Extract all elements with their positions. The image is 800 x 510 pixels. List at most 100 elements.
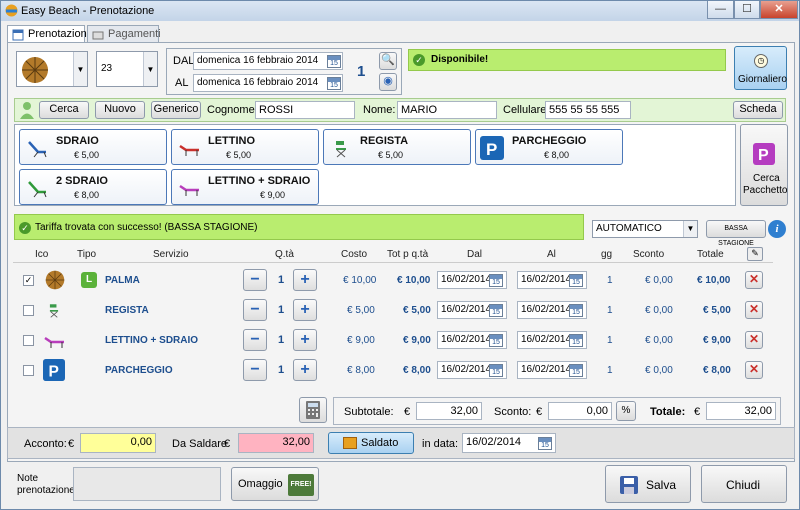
col-sconto: Sconto — [633, 249, 665, 260]
col-costo: Costo — [341, 249, 368, 260]
brush-icon[interactable]: ✎ — [747, 247, 763, 261]
subtotale-label: Subtotale: — [344, 406, 394, 418]
bassa-stagione-button[interactable]: BASSA STAGIONE — [706, 220, 766, 247]
tariff-mode-combo[interactable]: AUTOMATICO ▼ — [592, 220, 698, 238]
plus-button[interactable]: + — [293, 359, 317, 381]
umbrella-number-combo[interactable]: 23 ▼ — [96, 51, 158, 87]
row-gg: 1 — [607, 335, 613, 346]
cerca-button[interactable]: Cerca — [39, 101, 89, 119]
cognome-field[interactable]: ROSSI — [255, 101, 355, 119]
calendar-icon[interactable]: 15 — [569, 304, 583, 317]
sconto-field[interactable]: 0,00 — [548, 402, 612, 420]
minus-button[interactable]: − — [243, 329, 267, 351]
delete-row-button[interactable]: ✕ — [745, 301, 763, 319]
delete-row-button[interactable]: ✕ — [745, 271, 763, 289]
package-icon: P — [753, 143, 775, 165]
calendar-icon[interactable]: 15 — [569, 334, 583, 347]
refresh-button[interactable]: ◉ — [379, 73, 397, 91]
giornaliero-button[interactable]: ◷ Giornaliero — [734, 46, 787, 90]
delete-row-button[interactable]: ✕ — [745, 331, 763, 349]
row-gg: 1 — [607, 305, 613, 316]
minus-button[interactable]: − — [243, 359, 267, 381]
service-regista-button[interactable]: REGISTA € 5,00 — [323, 129, 471, 165]
payment-bar: Acconto: € 0,00 Da Saldare € 32,00 Salda… — [7, 427, 795, 459]
salva-button[interactable]: Salva — [605, 465, 691, 503]
col-servizio: Servizio — [153, 249, 189, 260]
service-lettino-sdraio-button[interactable]: LETTINO + SDRAIO € 9,00 — [171, 169, 319, 205]
delete-row-button[interactable]: ✕ — [745, 361, 763, 379]
row-sconto: € 0,00 — [645, 365, 673, 376]
service-price: € 5,00 — [74, 150, 100, 160]
minus-button[interactable]: − — [243, 299, 267, 321]
parking-icon: P — [43, 359, 65, 381]
cerca-pacchetto-button[interactable]: P Cerca Pacchetto — [740, 124, 788, 206]
calendar-icon[interactable]: 15 — [489, 364, 503, 377]
note-field[interactable] — [73, 467, 221, 501]
calendar-icon[interactable]: 15 — [489, 274, 503, 287]
acconto-field[interactable]: 0,00 — [80, 433, 156, 453]
availability-status: Disponibile! — [431, 54, 489, 65]
row-tot: € 10,00 — [397, 275, 431, 286]
al-date-field[interactable]: domenica 16 febbraio 2014 — [193, 74, 343, 92]
search-button[interactable]: 🔍 — [379, 52, 397, 70]
percent-button[interactable]: % — [616, 401, 636, 421]
row-checkbox[interactable] — [23, 365, 34, 376]
plus-button[interactable]: + — [293, 329, 317, 351]
dal-date-field[interactable]: domenica 16 febbraio 2014 — [193, 52, 343, 70]
chevron-down-icon[interactable]: ▼ — [683, 221, 697, 237]
row-checkbox[interactable] — [23, 305, 34, 316]
row-tot: € 8,00 — [403, 365, 431, 376]
calculator-button[interactable] — [299, 397, 327, 423]
in-data-label: in data: — [422, 438, 459, 450]
nuovo-button[interactable]: Nuovo — [95, 101, 145, 119]
calendar-icon[interactable]: 15 — [538, 437, 552, 450]
plus-button[interactable]: + — [293, 299, 317, 321]
minus-button[interactable]: − — [243, 269, 267, 291]
totale-field[interactable]: 32,00 — [706, 402, 776, 420]
chiudi-button[interactable]: Chiudi — [701, 465, 787, 503]
maximize-button[interactable]: ☐ — [734, 1, 760, 19]
generico-button[interactable]: Generico — [151, 101, 201, 119]
window-title: Easy Beach - Prenotazione — [21, 5, 155, 17]
date-range-group: DAL domenica 16 febbraio 2014 15 AL dome… — [166, 48, 402, 95]
plus-button[interactable]: + — [293, 269, 317, 291]
omaggio-button[interactable]: Omaggio FREE! — [231, 467, 319, 501]
nome-field[interactable]: MARIO — [397, 101, 497, 119]
calendar-icon[interactable]: 15 — [327, 77, 341, 90]
saldato-button[interactable]: Saldato — [328, 432, 414, 454]
service-sdraio-button[interactable]: SDRAIO € 5,00 — [19, 129, 167, 165]
table-row: LETTINO + SDRAIO − 1 + € 9,00 € 9,00 16/… — [13, 326, 773, 356]
service-price: € 8,00 — [544, 150, 570, 160]
sunbed-purple-icon — [44, 336, 64, 348]
minimize-button[interactable]: — — [707, 1, 734, 19]
service-lettino-button[interactable]: LETTINO € 5,00 — [171, 129, 319, 165]
sunbed-icon — [179, 144, 199, 156]
svg-text:P: P — [758, 147, 769, 164]
da-saldare-field[interactable]: 32,00 — [238, 433, 314, 453]
row-checkbox[interactable]: ✓ — [23, 275, 34, 286]
calendar-icon[interactable]: 15 — [489, 334, 503, 347]
cellulare-field[interactable]: 555 55 55 555 — [545, 101, 631, 119]
info-icon[interactable]: i — [768, 220, 786, 238]
cognome-label: Cognome: — [207, 104, 258, 116]
row-qty: 1 — [278, 334, 285, 346]
subtotale-field[interactable]: 32,00 — [416, 402, 482, 420]
row-checkbox[interactable] — [23, 335, 34, 346]
customer-bar: Cerca Nuovo Generico Cognome: ROSSI Nome… — [14, 98, 786, 122]
check-icon: ✓ — [413, 54, 425, 66]
scheda-button[interactable]: Scheda — [733, 101, 783, 119]
close-button[interactable]: ✕ — [760, 1, 798, 19]
chevron-down-icon[interactable]: ▼ — [73, 52, 87, 86]
euro-symbol: € — [536, 406, 543, 418]
calendar-icon[interactable]: 15 — [569, 274, 583, 287]
chevron-down-icon[interactable]: ▼ — [143, 52, 157, 86]
calendar-icon[interactable]: 15 — [489, 304, 503, 317]
calendar-icon[interactable]: 15 — [569, 364, 583, 377]
tab-pagamenti[interactable]: Pagamenti — [87, 25, 161, 43]
umbrella-number: 23 — [101, 63, 113, 74]
service-2-sdraio-button[interactable]: 2 SDRAIO € 8,00 — [19, 169, 167, 205]
parking-icon: P — [480, 136, 504, 160]
calendar-icon[interactable]: 15 — [327, 55, 341, 68]
umbrella-type-combo[interactable]: ▼ — [16, 51, 88, 87]
service-parcheggio-button[interactable]: P PARCHEGGIO € 8,00 — [475, 129, 623, 165]
